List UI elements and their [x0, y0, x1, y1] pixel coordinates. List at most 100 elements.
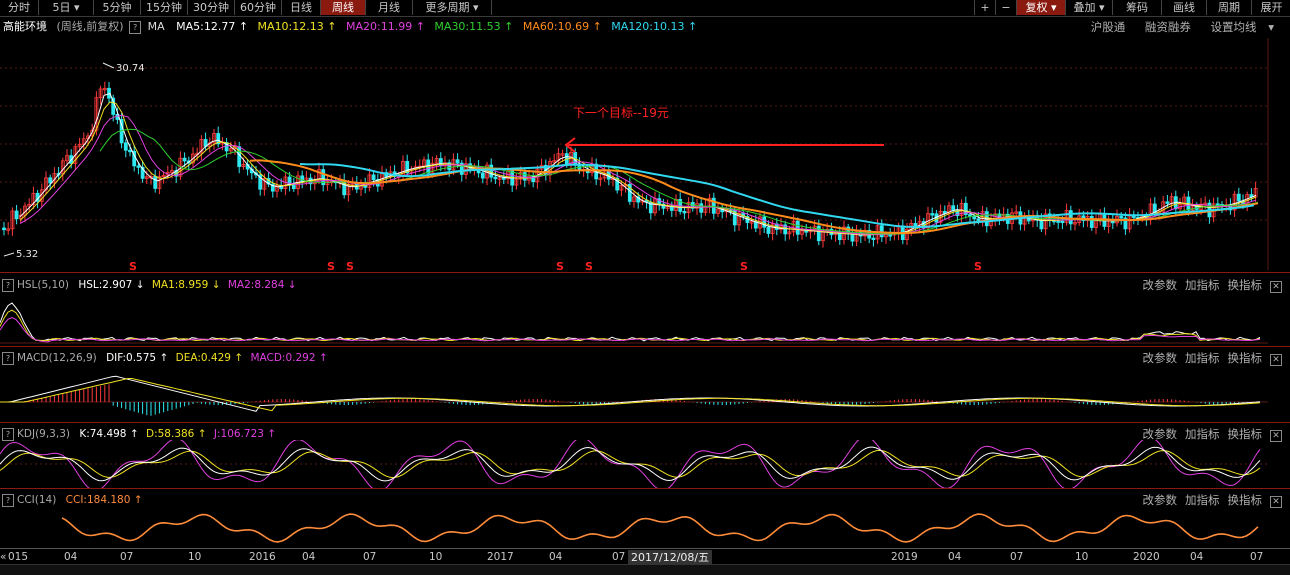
price-grid — [0, 38, 1268, 270]
axis-tick-label: 2016 — [249, 549, 276, 565]
tab-30min[interactable]: 30分钟 — [188, 0, 235, 15]
help-icon[interactable]: ? — [2, 494, 14, 507]
hsl-edit-params[interactable]: 改参数 — [1143, 278, 1178, 292]
arrow-up-icon: ↑ — [159, 352, 168, 364]
chevron-down-icon: ▾ — [74, 1, 80, 14]
close-icon[interactable]: ✕ — [1270, 281, 1282, 293]
macd-dea: DEA:0.429 — [176, 352, 231, 364]
set-ma-label: 设置均线 — [1211, 20, 1257, 34]
arrow-down-icon: ↓ — [212, 279, 221, 291]
kdj-edit-params[interactable]: 改参数 — [1143, 427, 1178, 441]
tab-daily[interactable]: 日线 — [282, 0, 321, 15]
hsl-chart[interactable] — [0, 293, 1290, 345]
help-icon[interactable]: ? — [2, 279, 14, 292]
stock-info-bar: 高能环境 (周线,前复权) ? MA MA5:12.77 ↑ MA10:12.1… — [0, 17, 1290, 37]
close-icon[interactable]: ✕ — [1270, 354, 1282, 366]
candle-body — [1069, 211, 1072, 224]
kdj-chart[interactable] — [0, 440, 1290, 488]
target-annotation: 下一个目标--19元 — [573, 106, 669, 120]
macd-edit-params[interactable]: 改参数 — [1143, 351, 1178, 365]
cci-header: ?CCI(14) CCI:184.180 ↑ 改参数加指标换指标✕ — [0, 492, 1290, 508]
chart-mode: (周线,前复权) — [57, 20, 124, 33]
link-margin-trading[interactable]: 融资融券 — [1145, 20, 1191, 34]
tab-5day-label: 5日 — [52, 1, 70, 14]
signal-marker: S — [129, 260, 137, 270]
ma30-value: MA30:11.53 ↑ — [434, 20, 513, 33]
chevron-down-icon: ▾ — [1099, 1, 1105, 14]
kdj-add-indicator[interactable]: 加指标 — [1185, 427, 1220, 441]
link-hugutong[interactable]: 沪股通 — [1091, 20, 1126, 34]
tab-5day[interactable]: 5日 ▾ — [39, 0, 94, 15]
axis-tick-label: 04 — [302, 549, 315, 565]
cci-switch-indicator[interactable]: 换指标 — [1228, 493, 1263, 507]
axis-tick-label: 10 — [429, 549, 442, 565]
ma120-value: MA120:10.13 ↑ — [611, 20, 697, 33]
candle-body — [931, 214, 934, 216]
tab-more-label: 更多周期 — [425, 1, 469, 14]
candle-body — [817, 226, 820, 241]
axis-tick-label: 2020 — [1133, 549, 1160, 565]
hsl-name: HSL(5,10) — [17, 279, 69, 291]
tab-60min[interactable]: 60分钟 — [235, 0, 282, 15]
tab-15min[interactable]: 15分钟 — [141, 0, 188, 15]
hsl-switch-indicator[interactable]: 换指标 — [1228, 278, 1263, 292]
chevron-down-icon: ▾ — [1051, 1, 1057, 14]
arrow-up-icon: ↑ — [504, 20, 513, 33]
macd-add-indicator[interactable]: 加指标 — [1185, 351, 1220, 365]
fq-button[interactable]: 复权 ▾ — [1016, 0, 1065, 15]
signal-marker: S — [974, 260, 982, 270]
candle-body — [137, 166, 140, 168]
help-icon[interactable]: ? — [2, 428, 14, 441]
tab-monthly[interactable]: 月线 — [366, 0, 413, 15]
axis-tick-label: 04 — [549, 549, 562, 565]
cci-name: CCI(14) — [17, 494, 56, 506]
macd-switch-indicator[interactable]: 换指标 — [1228, 351, 1263, 365]
help-icon[interactable]: ? — [129, 21, 141, 34]
candle-body — [1057, 221, 1060, 223]
arrow-up-icon: ↑ — [234, 352, 243, 364]
kdj-name: KDJ(9,3,3) — [17, 428, 70, 440]
help-icon[interactable]: ? — [2, 352, 14, 365]
separator — [0, 272, 1290, 273]
price-chart[interactable]: SSSSSSS 下一个目标--19元 30.74 5.32 — [0, 38, 1290, 270]
candle-body — [977, 219, 980, 221]
hsl-line — [0, 303, 1260, 341]
hsl-header: ?HSL(5,10) HSL:2.907 ↓ MA1:8.959 ↓ MA2:8… — [0, 277, 1290, 293]
interval-button[interactable]: 周期 — [1206, 0, 1251, 15]
arrow-up-icon: ↑ — [198, 428, 207, 440]
close-icon[interactable]: ✕ — [1270, 496, 1282, 508]
kdj-j: J:106.723 — [214, 428, 264, 440]
tab-5min[interactable]: 5分钟 — [94, 0, 141, 15]
tab-weekly[interactable]: 周线 — [321, 0, 366, 15]
ma60-value: MA60:10.69 ↑ — [523, 20, 602, 33]
chip-button[interactable]: 筹码 — [1112, 0, 1161, 15]
zoom-in-button[interactable]: + — [974, 0, 995, 15]
candle-body — [494, 177, 497, 179]
scroll-left-icon[interactable]: « — [0, 549, 6, 565]
macd-name: MACD(12,26,9) — [17, 352, 97, 364]
expand-button[interactable]: 展开 — [1251, 0, 1290, 15]
tab-fenshi[interactable]: 分时 — [0, 0, 39, 15]
kdj-switch-indicator[interactable]: 换指标 — [1228, 427, 1263, 441]
candle-body — [372, 175, 375, 180]
link-set-ma[interactable]: 设置均线 ▾ — [1211, 20, 1282, 34]
arrow-up-icon: ↑ — [319, 352, 328, 364]
candle-body — [154, 176, 157, 188]
cci-chart[interactable] — [0, 508, 1290, 548]
zoom-out-button[interactable]: − — [995, 0, 1016, 15]
kdj-k: K:74.498 — [79, 428, 126, 440]
macd-chart[interactable] — [0, 366, 1290, 424]
signal-marker: S — [346, 260, 354, 270]
tab-more-periods[interactable]: 更多周期 ▾ — [413, 0, 492, 15]
cci-add-indicator[interactable]: 加指标 — [1185, 493, 1220, 507]
signal-marker: S — [585, 260, 593, 270]
overlay-button[interactable]: 叠加 ▾ — [1065, 0, 1112, 15]
candle-body — [124, 143, 127, 150]
cci-edit-params[interactable]: 改参数 — [1143, 493, 1178, 507]
axis-tick-label: 07 — [120, 549, 133, 565]
hsl-add-indicator[interactable]: 加指标 — [1185, 278, 1220, 292]
draw-line-button[interactable]: 画线 — [1161, 0, 1206, 15]
macd-header: ?MACD(12,26,9) DIF:0.575 ↑ DEA:0.429 ↑ M… — [0, 350, 1290, 366]
arrow-up-icon: ↑ — [239, 20, 248, 33]
arrow-up-icon: ↑ — [327, 20, 336, 33]
